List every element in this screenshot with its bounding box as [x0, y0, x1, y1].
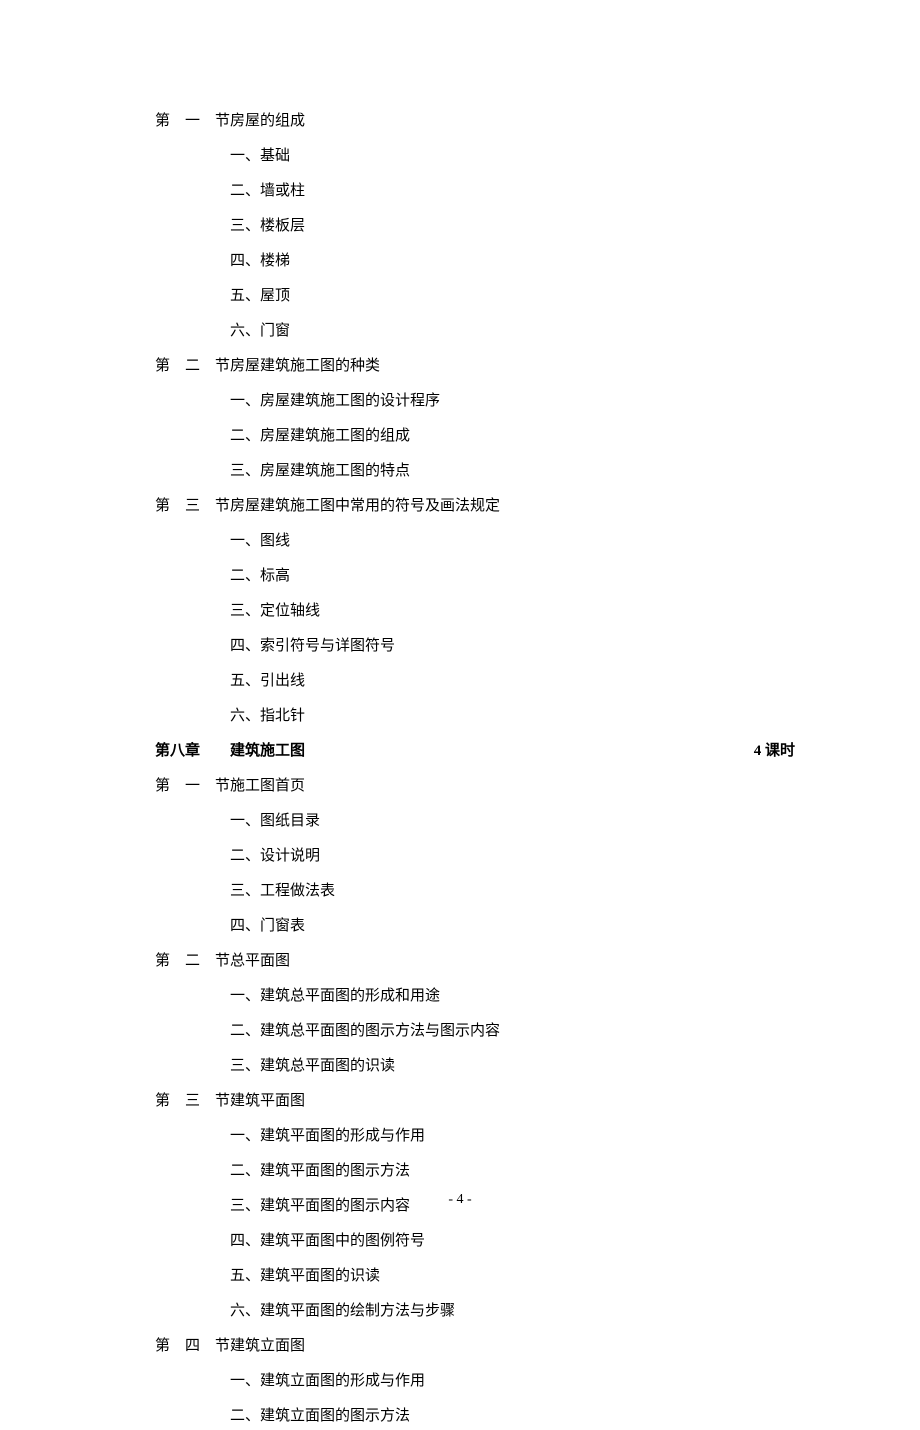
sub-item: 一、基础 [155, 143, 795, 170]
sub-item: 二、建筑立面图的图示方法 [155, 1403, 795, 1430]
sub-item: 三、建筑总平面图的识读 [155, 1053, 795, 1080]
section-2-header: 第二节 房屋建筑施工图的种类 [155, 353, 795, 380]
sub-item: 二、墙或柱 [155, 178, 795, 205]
page-number: - 4 - [0, 1187, 920, 1212]
sub-item: 二、建筑平面图的图示方法 [155, 1158, 795, 1185]
section-title: 施工图首页 [230, 773, 795, 800]
section-1-header: 第一节 房屋的组成 [155, 108, 795, 135]
sub-item: 一、建筑平面图的形成与作用 [155, 1123, 795, 1150]
section-label: 第一节 [155, 773, 230, 800]
sub-item: 三、工程做法表 [155, 878, 795, 905]
sub-item: 二、房屋建筑施工图的组成 [155, 423, 795, 450]
sub-item: 三、房屋建筑施工图的特点 [155, 458, 795, 485]
sub-item: 五、建筑平面图的识读 [155, 1263, 795, 1290]
sub-item: 六、指北针 [155, 703, 795, 730]
section-title: 总平面图 [230, 948, 795, 975]
chapter-title: 建筑施工图 [230, 738, 754, 765]
sub-item: 一、房屋建筑施工图的设计程序 [155, 388, 795, 415]
sub-item: 四、楼梯 [155, 248, 795, 275]
section-label: 第二节 [155, 948, 230, 975]
section-label: 第四节 [155, 1333, 230, 1360]
sub-item: 四、门窗表 [155, 913, 795, 940]
sub-item: 一、建筑立面图的形成与作用 [155, 1368, 795, 1395]
sub-item: 二、设计说明 [155, 843, 795, 870]
ch-section-3-header: 第三节 建筑平面图 [155, 1088, 795, 1115]
sub-item: 六、建筑平面图的绘制方法与步骤 [155, 1298, 795, 1325]
section-label: 第一节 [155, 108, 230, 135]
ch-section-2-header: 第二节 总平面图 [155, 948, 795, 975]
sub-item: 一、图线 [155, 528, 795, 555]
page-content: 第一节 房屋的组成 一、基础 二、墙或柱 三、楼板层 四、楼梯 五、屋顶 六、门… [0, 0, 920, 1430]
sub-item: 三、楼板层 [155, 213, 795, 240]
sub-item: 五、引出线 [155, 668, 795, 695]
section-title: 建筑立面图 [230, 1333, 795, 1360]
section-label: 第三节 [155, 1088, 230, 1115]
ch-section-1-header: 第一节 施工图首页 [155, 773, 795, 800]
sub-item: 四、建筑平面图中的图例符号 [155, 1228, 795, 1255]
section-title: 建筑平面图 [230, 1088, 795, 1115]
section-label: 第二节 [155, 353, 230, 380]
ch-section-4-header: 第四节 建筑立面图 [155, 1333, 795, 1360]
sub-item: 三、定位轴线 [155, 598, 795, 625]
sub-item: 一、图纸目录 [155, 808, 795, 835]
chapter-8-header: 第八章 建筑施工图 4 课时 [155, 738, 795, 765]
chapter-duration: 4 课时 [754, 738, 795, 765]
section-title: 房屋建筑施工图的种类 [230, 353, 795, 380]
sub-item: 一、建筑总平面图的形成和用途 [155, 983, 795, 1010]
chapter-label: 第八章 [155, 738, 230, 765]
sub-item: 四、索引符号与详图符号 [155, 633, 795, 660]
sub-item: 六、门窗 [155, 318, 795, 345]
section-title: 房屋建筑施工图中常用的符号及画法规定 [230, 493, 795, 520]
section-3-header: 第三节 房屋建筑施工图中常用的符号及画法规定 [155, 493, 795, 520]
section-title: 房屋的组成 [230, 108, 795, 135]
sub-item: 五、屋顶 [155, 283, 795, 310]
section-label: 第三节 [155, 493, 230, 520]
sub-item: 二、建筑总平面图的图示方法与图示内容 [155, 1018, 795, 1045]
sub-item: 二、标高 [155, 563, 795, 590]
